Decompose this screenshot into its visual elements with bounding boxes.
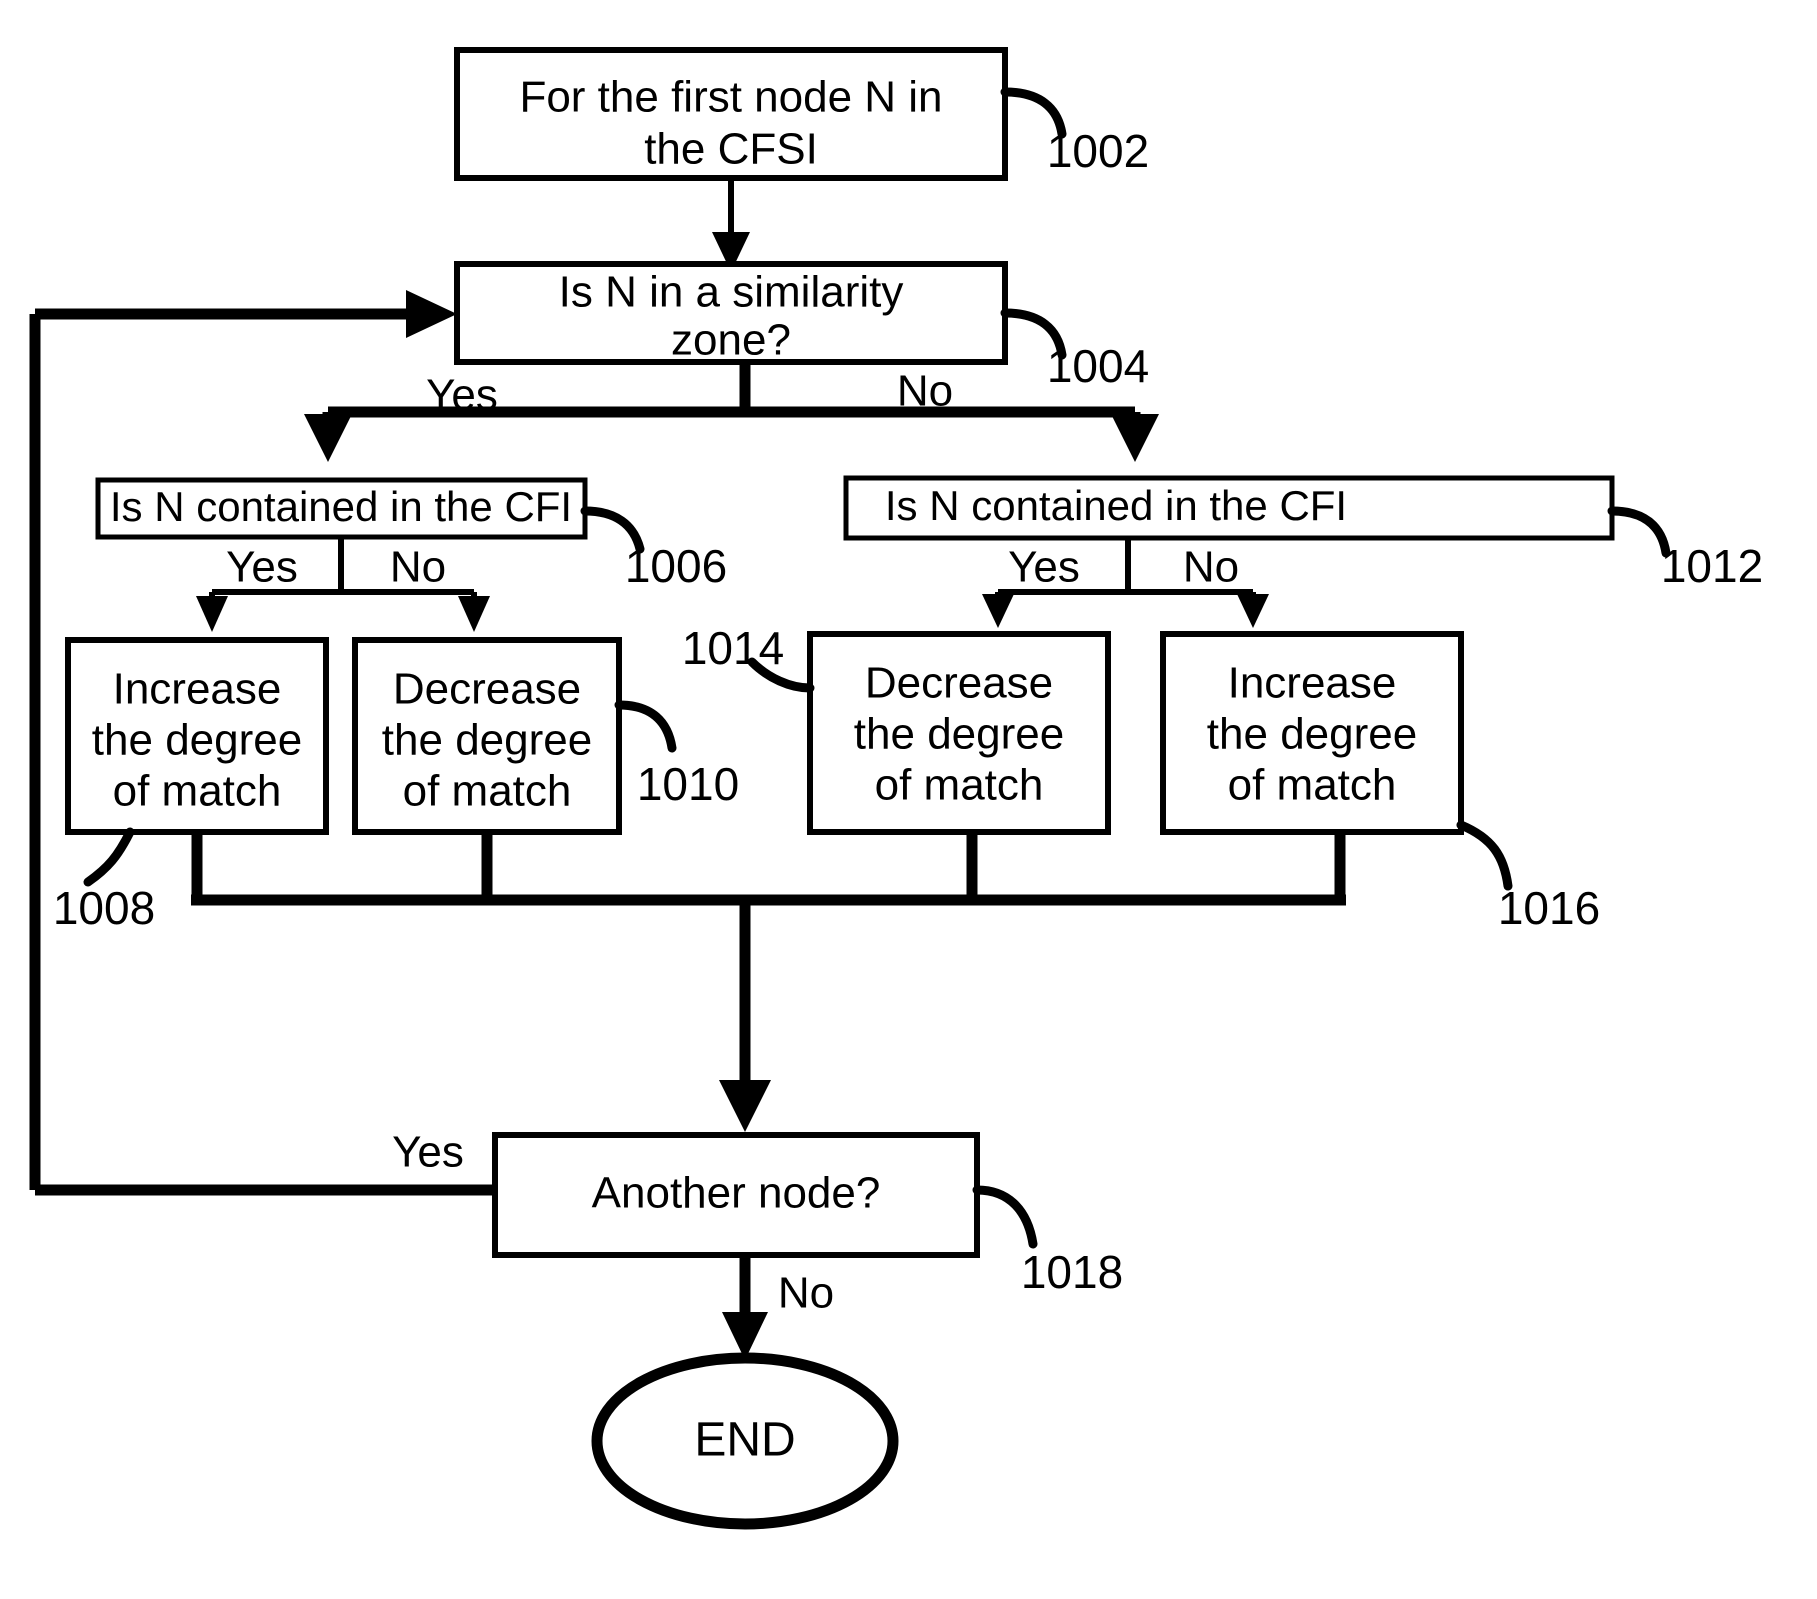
leader-line-1012 — [1607, 506, 1671, 558]
node-1004-line2: zone? — [671, 316, 791, 365]
arrowhead-icon-right — [458, 596, 490, 632]
node-1016-line1: Increase — [1228, 659, 1397, 708]
node-1006-line1: Is N contained in the CFI — [110, 483, 572, 530]
ref-number-1018: 1018 — [1021, 1246, 1123, 1298]
merge-connector — [191, 832, 1346, 1132]
node-1014[interactable]: Decrease the degree of match — [807, 631, 1111, 835]
ref-number-1010: 1010 — [637, 758, 739, 810]
arrowhead-icon — [719, 1080, 771, 1132]
branch-label-1012-yes: Yes — [1008, 543, 1080, 592]
node-1002[interactable]: For the first node N in the CFSI — [454, 47, 1008, 181]
node-1016[interactable]: Increase the degree of match — [1160, 631, 1464, 835]
node-1016-line3: of match — [1228, 761, 1397, 810]
ref-number-1006: 1006 — [625, 540, 727, 592]
node-1010-line2: the degree — [382, 716, 592, 765]
branch-label-1006-yes: Yes — [226, 543, 298, 592]
ref-number-1012: 1012 — [1661, 540, 1763, 592]
flowchart-diagram: For the first node N in the CFSI 1002 Is… — [29, 47, 1763, 1530]
flowchart-canvas: For the first node N in the CFSI 1002 Is… — [0, 0, 1817, 1599]
branch-label-1004-no: No — [897, 367, 953, 416]
leader-line-1010 — [614, 700, 677, 753]
arrowhead-icon-left — [196, 596, 228, 632]
node-1010-line3: of match — [403, 767, 572, 816]
ref-number-1004: 1004 — [1047, 340, 1149, 392]
node-1008-line3: of match — [113, 767, 282, 816]
ref-number-1008: 1008 — [53, 882, 155, 934]
branch-label-1012-no: No — [1183, 543, 1239, 592]
node-1004[interactable]: Is N in a similarity zone? — [454, 261, 1008, 365]
branch-label-1018-yes: Yes — [392, 1128, 464, 1177]
ref-number-1016: 1016 — [1498, 882, 1600, 934]
node-1018-line1: Another node? — [592, 1169, 881, 1218]
node-end[interactable]: END — [591, 1352, 899, 1530]
leader-line-1018 — [972, 1185, 1038, 1249]
arrowhead-icon-right — [1237, 594, 1269, 628]
node-1008-line1: Increase — [113, 665, 282, 714]
node-1016-line2: the degree — [1207, 710, 1417, 759]
node-1010[interactable]: Decrease the degree of match — [352, 637, 622, 835]
node-end-label: END — [694, 1414, 795, 1467]
node-1002-line1: For the first node N in — [519, 73, 942, 122]
ref-number-1014: 1014 — [682, 622, 784, 674]
node-1002-line2: the CFSI — [644, 125, 818, 174]
arrowhead-icon-left — [304, 414, 352, 462]
branch-label-1006-no: No — [390, 543, 446, 592]
arrowhead-icon-left — [982, 594, 1014, 628]
node-1014-line3: of match — [875, 761, 1044, 810]
node-1006[interactable]: Is N contained in the CFI — [95, 477, 588, 540]
node-1012-line1: Is N contained in the CFI — [885, 482, 1347, 529]
leader-line-1008 — [83, 827, 135, 887]
node-1004-line1: Is N in a similarity — [559, 268, 904, 317]
node-1008-line2: the degree — [92, 716, 302, 765]
node-1010-line1: Decrease — [393, 665, 581, 714]
branch-label-1004-yes: Yes — [426, 371, 498, 420]
arrowhead-icon — [406, 290, 457, 338]
node-1012[interactable]: Is N contained in the CFI — [843, 475, 1615, 541]
connector-1018-to-end — [722, 1255, 768, 1360]
connector-1002-to-1004 — [712, 178, 750, 272]
node-1018[interactable]: Another node? — [492, 1132, 980, 1258]
leader-line-1016 — [1456, 820, 1513, 891]
node-1014-line1: Decrease — [865, 659, 1053, 708]
ref-number-1002: 1002 — [1047, 125, 1149, 177]
node-1008[interactable]: Increase the degree of match — [65, 637, 329, 835]
arrowhead-icon-right — [1111, 414, 1159, 462]
node-1014-line2: the degree — [854, 710, 1064, 759]
branch-label-1018-no: No — [778, 1269, 834, 1318]
